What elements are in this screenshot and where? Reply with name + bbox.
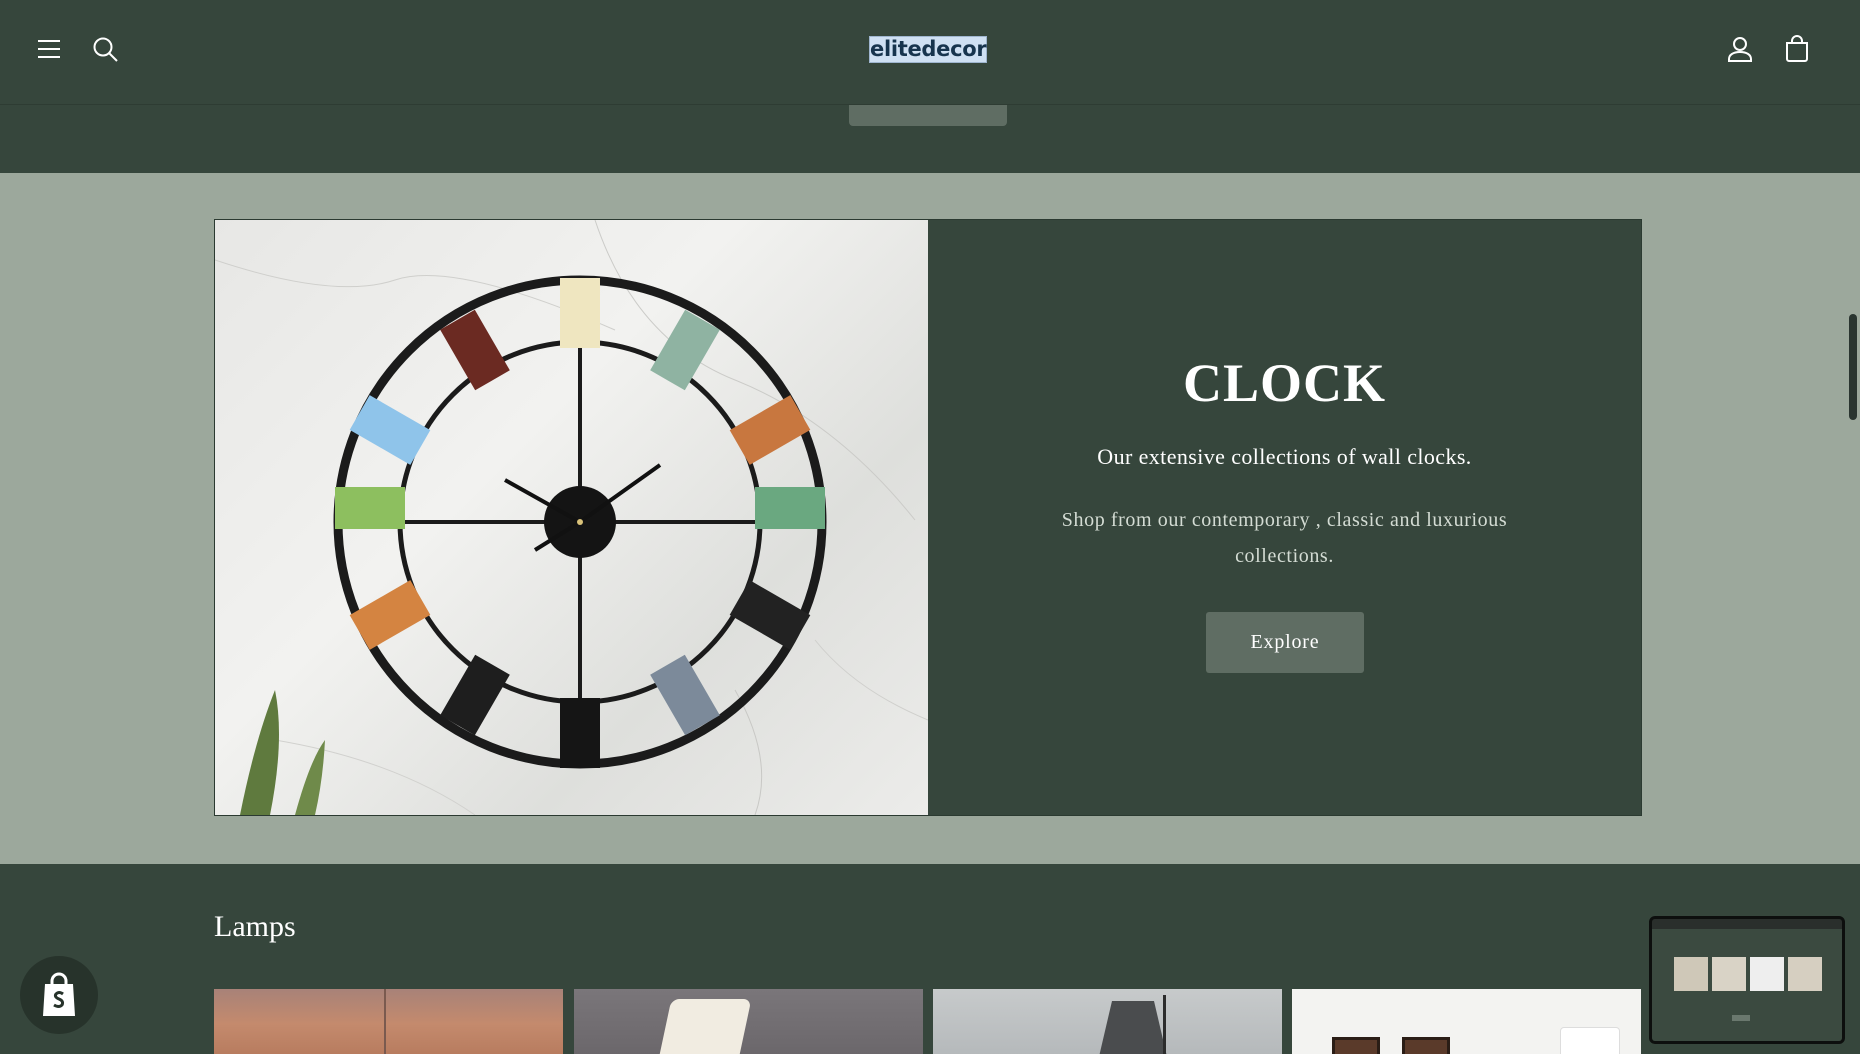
previous-section-button[interactable] bbox=[849, 105, 1007, 126]
menu-icon[interactable] bbox=[30, 30, 68, 68]
search-icon[interactable] bbox=[86, 30, 124, 68]
clock-banner-content: CLOCK Our extensive collections of wall … bbox=[928, 220, 1641, 815]
lamp-product-card[interactable] bbox=[933, 989, 1282, 1054]
lamp-product-card[interactable] bbox=[1292, 989, 1641, 1054]
shopify-bag-icon[interactable] bbox=[20, 956, 98, 1034]
site-header: elitedecor bbox=[0, 0, 1860, 105]
banner-subtitle: Our extensive collections of wall clocks… bbox=[1097, 444, 1472, 469]
clock-banner-card: CLOCK Our extensive collections of wall … bbox=[214, 219, 1642, 816]
page-scrollbar[interactable] bbox=[1849, 314, 1857, 420]
banner-title: CLOCK bbox=[1182, 353, 1387, 413]
cart-icon[interactable] bbox=[1778, 30, 1816, 68]
page-preview-thumbnail[interactable] bbox=[1649, 916, 1845, 1044]
clock-banner-section: CLOCK Our extensive collections of wall … bbox=[0, 173, 1860, 864]
lamp-product-card[interactable] bbox=[574, 989, 923, 1054]
store-logo[interactable]: elitedecor bbox=[869, 36, 987, 63]
lamps-heading: Lamps bbox=[214, 910, 296, 943]
wall-clock-image bbox=[215, 220, 928, 815]
lamp-product-card[interactable] bbox=[214, 989, 563, 1054]
account-icon[interactable] bbox=[1721, 30, 1759, 68]
banner-description: Shop from our contemporary , classic and… bbox=[1061, 509, 1508, 567]
explore-button[interactable]: Explore bbox=[1206, 612, 1364, 673]
